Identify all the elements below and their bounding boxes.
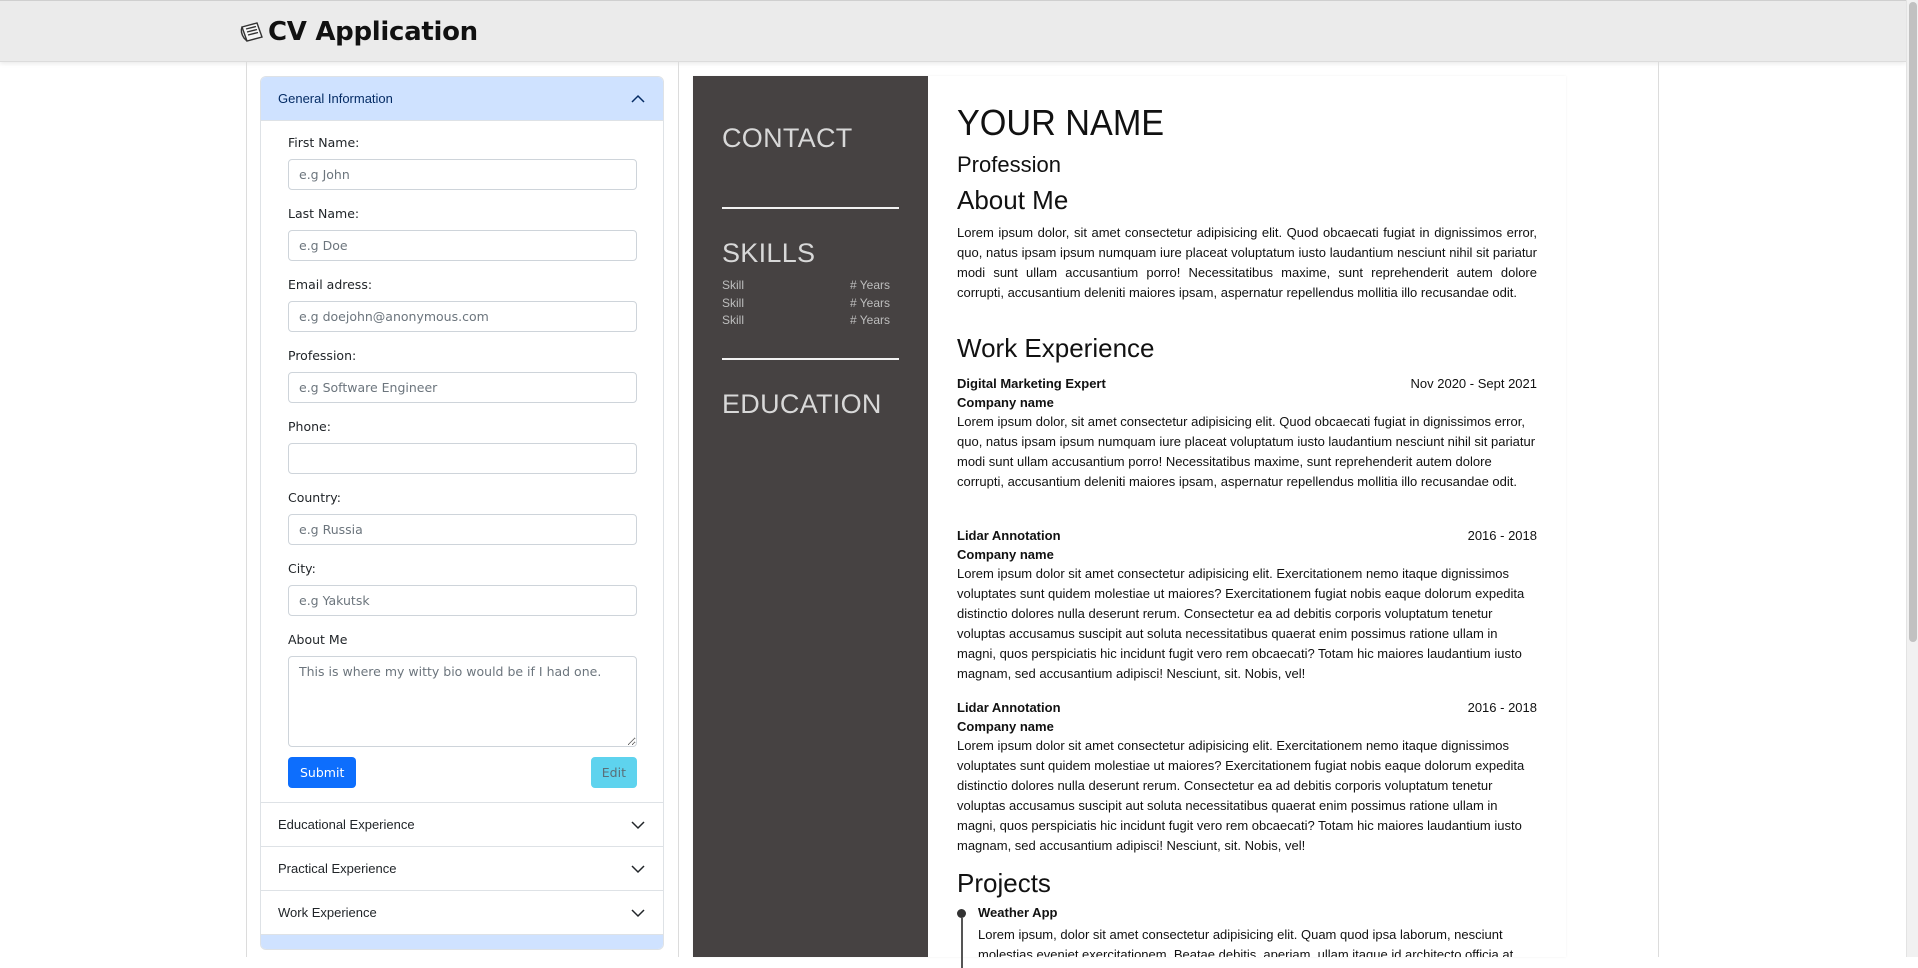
cv-divider bbox=[722, 358, 899, 360]
cv-education-heading: EDUCATION bbox=[722, 389, 882, 419]
project-title: Weather App bbox=[978, 905, 1058, 920]
job-header: Digital Marketing Expert Nov 2020 - Sept… bbox=[957, 376, 1537, 391]
job-dates: Nov 2020 - Sept 2021 bbox=[1410, 376, 1537, 391]
accordion-work-header[interactable]: Work Experience bbox=[261, 891, 663, 935]
skill-years: # Years bbox=[849, 278, 890, 292]
chevron-up-icon bbox=[631, 94, 645, 103]
project-description: Lorem ipsum, dolor sit amet consectetur … bbox=[978, 927, 1514, 957]
phone-label: Phone: bbox=[288, 419, 331, 434]
about-me-label: About Me bbox=[288, 632, 348, 647]
cv-about-heading: About Me bbox=[957, 185, 1069, 215]
last-name-label: Last Name: bbox=[288, 206, 360, 221]
job-company: Company name bbox=[957, 719, 1054, 734]
email-label: Email adress: bbox=[288, 277, 373, 292]
last-name-input[interactable] bbox=[288, 230, 637, 261]
general-information-form: First Name: Last Name: Email adress: Pro… bbox=[261, 121, 663, 803]
brand: CV Application bbox=[238, 15, 478, 49]
job-company: Company name bbox=[957, 547, 1054, 562]
skill-name: Skill bbox=[722, 296, 745, 310]
project-timeline bbox=[961, 918, 963, 968]
job-title: Lidar Annotation bbox=[957, 700, 1061, 715]
profession-label: Profession: bbox=[288, 348, 357, 363]
job-company: Company name bbox=[957, 395, 1054, 410]
city-input[interactable] bbox=[288, 585, 637, 616]
cv-projects-heading: Projects bbox=[957, 868, 1051, 898]
cv-divider bbox=[722, 207, 899, 209]
cv-profession: Profession bbox=[957, 152, 1061, 177]
chevron-down-icon bbox=[631, 820, 645, 829]
skill-row: Skill # Years bbox=[722, 296, 890, 310]
country-input[interactable] bbox=[288, 514, 637, 545]
newspaper-icon bbox=[240, 22, 263, 42]
accordion-general-header[interactable]: General Information bbox=[261, 77, 663, 121]
job-title: Digital Marketing Expert bbox=[957, 376, 1106, 391]
city-label: City: bbox=[288, 561, 316, 576]
scrollbar-thumb[interactable] bbox=[1909, 2, 1917, 642]
skill-name: Skill bbox=[722, 278, 745, 292]
job-dates: 2016 - 2018 bbox=[1467, 700, 1537, 715]
country-label: Country: bbox=[288, 490, 341, 505]
job-description: Lorem ipsum dolor sit amet consectetur a… bbox=[957, 566, 1525, 681]
job-header: Lidar Annotation 2016 - 2018 bbox=[957, 528, 1537, 543]
first-name-input[interactable] bbox=[288, 159, 637, 190]
job-description: Lorem ipsum dolor, sit amet consectetur … bbox=[957, 414, 1536, 489]
profession-input[interactable] bbox=[288, 372, 637, 403]
accordion-general-title: General Information bbox=[278, 91, 393, 106]
job-title: Lidar Annotation bbox=[957, 528, 1061, 543]
cv-sidebar: CONTACT SKILLS Skill # Years Skill # Yea… bbox=[693, 76, 928, 957]
about-me-textarea[interactable] bbox=[288, 656, 637, 747]
accordion-practical-header[interactable]: Practical Experience bbox=[261, 847, 663, 891]
skill-row: Skill # Years bbox=[722, 278, 890, 292]
skill-row: Skill # Years bbox=[722, 313, 890, 327]
cv-work-heading: Work Experience bbox=[957, 333, 1155, 363]
cv-contact-heading: CONTACT bbox=[722, 123, 853, 153]
job-header: Lidar Annotation 2016 - 2018 bbox=[957, 700, 1537, 715]
skill-years: # Years bbox=[849, 296, 890, 310]
submit-button[interactable]: Submit bbox=[288, 757, 357, 788]
cv-about-text: Lorem ipsum dolor, sit amet consectetur … bbox=[957, 225, 1537, 300]
project-bullet bbox=[957, 909, 966, 918]
skill-name: Skill bbox=[722, 313, 745, 327]
page-scrollbar[interactable] bbox=[1906, 0, 1918, 957]
form-actions: Submit Edit bbox=[288, 757, 637, 788]
cv-skills-heading: SKILLS bbox=[722, 238, 816, 268]
form-accordion: General Information First Name: Last Nam… bbox=[260, 76, 664, 950]
job-description: Lorem ipsum dolor sit amet consectetur a… bbox=[957, 738, 1525, 853]
accordion-educational-title: Educational Experience bbox=[278, 817, 415, 832]
accordion-practical-title: Practical Experience bbox=[278, 861, 397, 876]
chevron-down-icon bbox=[631, 864, 645, 873]
accordion-educational-header[interactable]: Educational Experience bbox=[261, 803, 663, 847]
app-title: CV Application bbox=[268, 17, 478, 47]
skill-years: # Years bbox=[849, 313, 890, 327]
accordion-work-title: Work Experience bbox=[278, 905, 377, 920]
chevron-down-icon bbox=[631, 908, 645, 917]
job-dates: 2016 - 2018 bbox=[1467, 528, 1537, 543]
phone-input[interactable] bbox=[288, 443, 637, 474]
edit-button[interactable]: Edit bbox=[590, 757, 637, 788]
cv-name: YOUR NAME bbox=[957, 102, 1165, 143]
first-name-label: First Name: bbox=[288, 135, 360, 150]
email-input[interactable] bbox=[288, 301, 637, 332]
accordion-next-header[interactable] bbox=[261, 935, 663, 949]
app-header: CV Application bbox=[0, 0, 1906, 62]
